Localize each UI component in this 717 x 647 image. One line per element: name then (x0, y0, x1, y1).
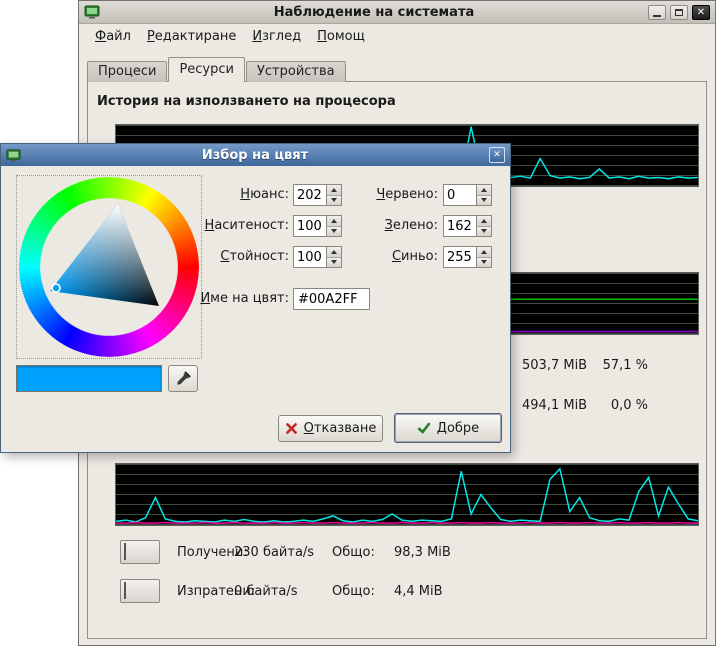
tab-processes[interactable]: Процеси (87, 61, 167, 82)
network-history-chart (115, 463, 699, 526)
swap-percent: 0,0 % (558, 398, 648, 413)
cancel-x-icon (285, 422, 298, 435)
dialog-app-icon (6, 148, 21, 163)
green-spin-down[interactable] (477, 227, 491, 237)
blue-input[interactable] (444, 247, 476, 267)
color-preview[interactable] (16, 365, 162, 392)
arrow-down-icon (331, 260, 337, 264)
arrow-down-icon (331, 229, 337, 233)
green-spin-up[interactable] (477, 216, 491, 227)
green-spinner (443, 215, 492, 237)
arrow-down-icon (481, 198, 487, 202)
main-window-titlebar[interactable]: Наблюдение на системата ✕ (79, 1, 715, 24)
hsv-triangle[interactable] (19, 177, 199, 357)
dialog-close-button[interactable]: ✕ (489, 147, 505, 163)
hue-label: Нюанс: (199, 187, 289, 202)
value-spinner (293, 246, 342, 268)
menu-help[interactable]: Помощ (309, 26, 373, 47)
maximize-icon (675, 9, 683, 16)
arrow-up-icon (331, 250, 337, 254)
value-label: Стойност: (199, 249, 289, 264)
blue-spin-down[interactable] (477, 258, 491, 268)
menu-view[interactable]: Изглед (244, 26, 309, 47)
cpu-history-heading: История на използването на процесора (97, 94, 396, 109)
value-spin-up[interactable] (327, 247, 341, 258)
color-wheel[interactable] (19, 177, 199, 357)
blue-label: Синьо: (348, 249, 438, 264)
tab-devices[interactable]: Устройства (246, 61, 346, 82)
cancel-button-label: Отказване (304, 421, 377, 436)
red-label: Червено: (348, 187, 438, 202)
network-history-plot (116, 464, 698, 525)
received-color-button[interactable] (120, 540, 160, 564)
arrow-up-icon (331, 188, 337, 192)
close-button[interactable]: ✕ (692, 5, 710, 20)
blue-spinner (443, 246, 492, 268)
arrow-down-icon (331, 198, 337, 202)
eyedropper-icon (175, 371, 191, 387)
saturation-spin-down[interactable] (327, 227, 341, 237)
red-spin-up[interactable] (477, 185, 491, 196)
ok-check-icon (417, 421, 431, 435)
tab-bar: Процеси Ресурси Устройства (87, 57, 347, 82)
app-icon (84, 4, 100, 20)
green-input[interactable] (444, 216, 476, 236)
main-window-title: Наблюдение на системата (104, 5, 644, 20)
dialog-title: Избор на цвят (25, 148, 485, 163)
cancel-button[interactable]: Отказване (278, 415, 383, 442)
sent-color-swatch (124, 582, 126, 599)
received-total: 98,3 MiB (394, 545, 451, 560)
hue-spin-down[interactable] (327, 196, 341, 206)
ok-button-label: Добре (437, 421, 479, 436)
sent-total: 4,4 MiB (394, 584, 443, 599)
menu-edit[interactable]: Редактиране (139, 26, 244, 47)
menubar: Файл Редактиране Изглед Помощ (79, 24, 715, 48)
dialog-titlebar[interactable]: Избор на цвят ✕ (1, 144, 510, 166)
menu-file[interactable]: Файл (87, 26, 139, 47)
red-spinner (443, 184, 492, 206)
color-picker-dialog: Избор на цвят ✕ (0, 143, 511, 453)
hue-spinner (293, 184, 342, 206)
arrow-down-icon (481, 229, 487, 233)
arrow-up-icon (481, 219, 487, 223)
saturation-spinner (293, 215, 342, 237)
blue-spin-up[interactable] (477, 247, 491, 258)
hue-input[interactable] (294, 185, 326, 205)
saturation-spin-up[interactable] (327, 216, 341, 227)
minimize-icon (653, 15, 661, 17)
desktop: Наблюдение на системата ✕ Файл Редактира… (0, 0, 717, 647)
arrow-up-icon (331, 219, 337, 223)
saturation-label: Наситеност: (199, 218, 289, 233)
color-name-input[interactable] (293, 288, 370, 310)
color-wheel-frame (16, 175, 202, 359)
red-input[interactable] (444, 185, 476, 205)
value-input[interactable] (294, 247, 326, 267)
maximize-button[interactable] (670, 5, 688, 20)
ok-button[interactable]: Добре (394, 413, 502, 443)
sent-total-label: Общо: (332, 584, 375, 599)
saturation-input[interactable] (294, 216, 326, 236)
sent-color-button[interactable] (120, 579, 160, 603)
memory-percent: 57,1 % (558, 358, 648, 373)
value-spin-down[interactable] (327, 258, 341, 268)
green-label: Зелено: (348, 218, 438, 233)
arrow-down-icon (481, 260, 487, 264)
received-total-label: Общо: (332, 545, 375, 560)
tab-resources[interactable]: Ресурси (168, 57, 245, 82)
hue-spin-up[interactable] (327, 185, 341, 196)
color-name-label: Име на цвят: (179, 291, 289, 306)
arrow-up-icon (481, 250, 487, 254)
received-color-swatch (124, 543, 126, 560)
received-rate: 230 байта/s (234, 545, 314, 560)
sent-rate: 0 байта/s (234, 584, 298, 599)
red-spin-down[interactable] (477, 196, 491, 206)
eyedropper-button[interactable] (168, 365, 198, 392)
minimize-button[interactable] (648, 5, 666, 20)
arrow-up-icon (481, 188, 487, 192)
